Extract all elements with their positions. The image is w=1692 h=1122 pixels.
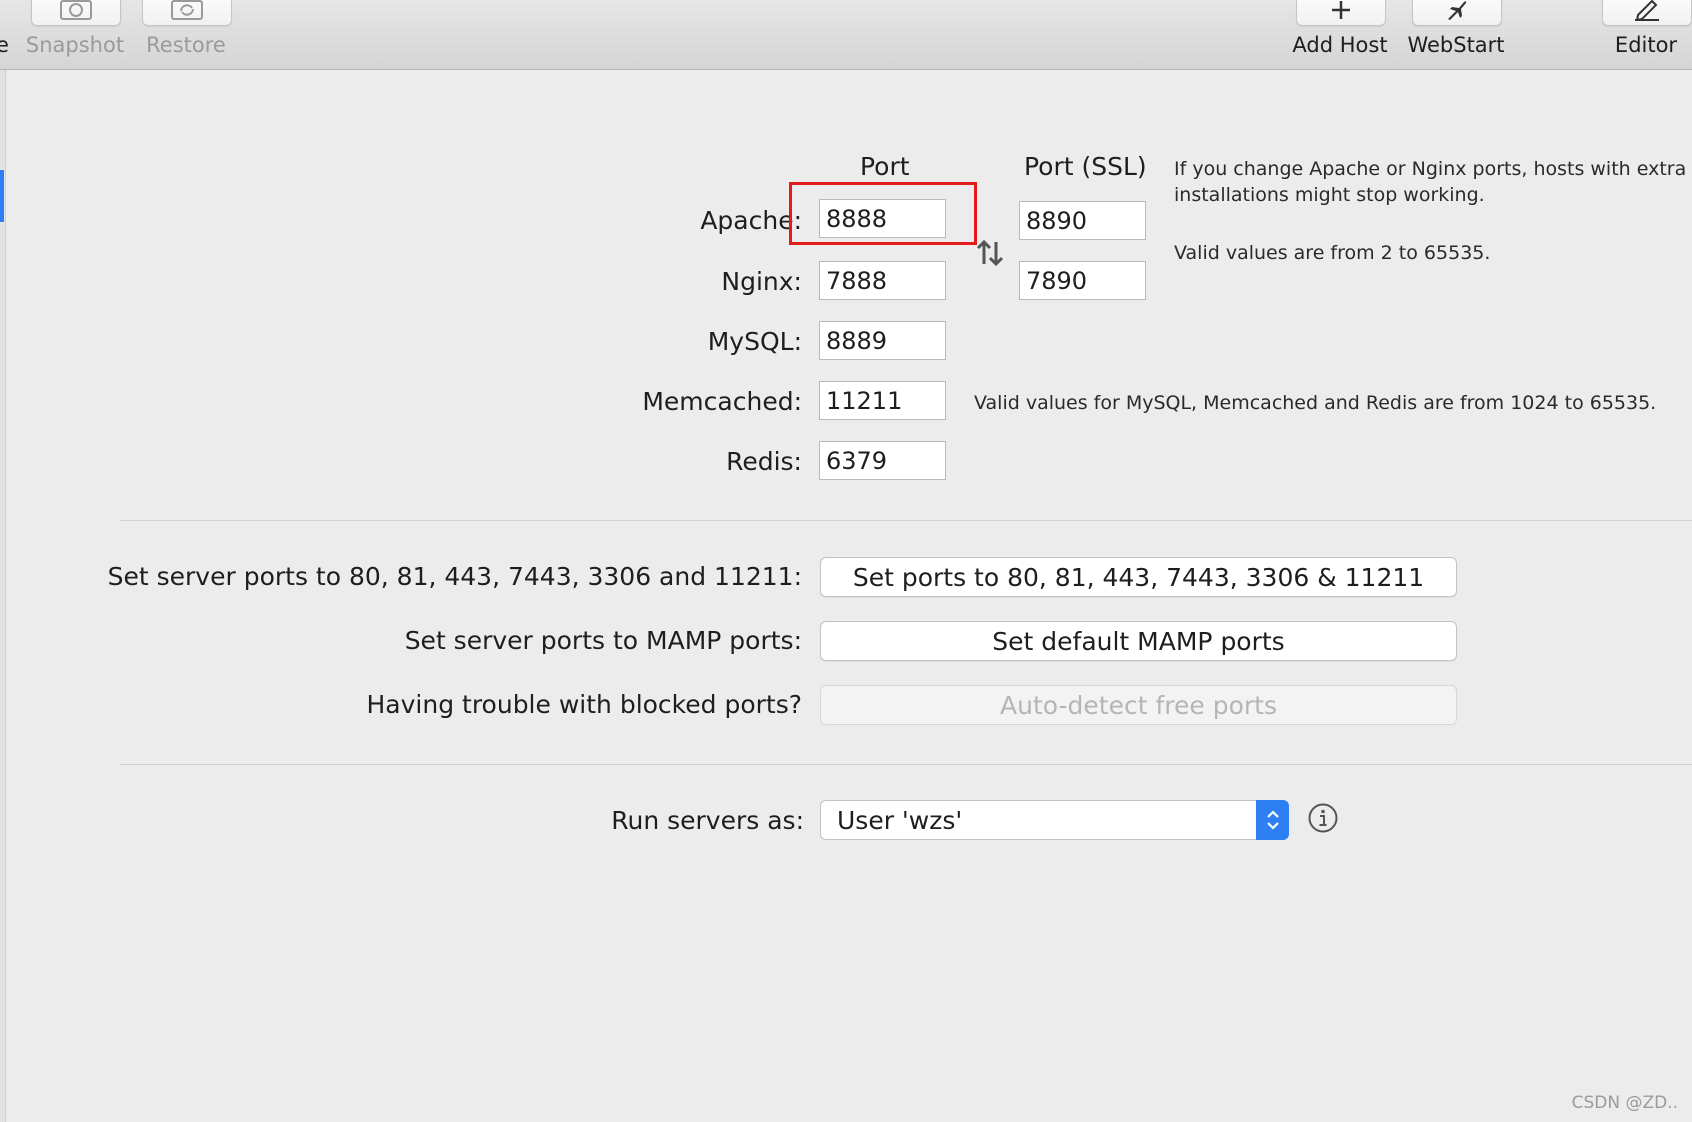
nginx-port-input[interactable] [819,261,946,300]
set-standard-ports-button[interactable]: Set ports to 80, 81, 443, 7443, 3306 & 1… [820,557,1457,597]
nginx-ssl-port-input[interactable] [1019,261,1146,300]
toolbar: e Snapshot Restore Add Host WebStart Edi… [0,0,1692,70]
snapshot-button[interactable]: Snapshot [22,0,128,69]
apache-ssl-port-input[interactable] [1019,201,1146,240]
standard-ports-label: Set server ports to 80, 81, 443, 7443, 3… [107,562,802,591]
run-servers-as-label: Run servers as: [611,806,804,835]
redis-label: Redis: [726,447,802,476]
redis-port-input[interactable] [819,441,946,480]
editor-button[interactable]: Editor [1600,0,1692,69]
apache-port-highlight [789,182,977,245]
add-host-button[interactable]: Add Host [1290,0,1390,69]
run-servers-as-select[interactable]: User 'wzs' [820,800,1289,840]
toolbar-partial-label: e [0,33,9,57]
webstart-button[interactable]: WebStart [1404,0,1508,69]
info-icon[interactable] [1307,802,1339,838]
port-ssl-column-header: Port (SSL) [1024,152,1147,181]
valid-db-ports-note: Valid values for MySQL, Memcached and Re… [974,392,1657,414]
chevron-up-down-icon [1266,810,1279,830]
restore-label: Restore [146,33,226,57]
port-change-note-line2: installations might stop working. [1174,184,1485,206]
plus-icon [1332,1,1350,19]
auto-detect-ports-button[interactable]: Auto-detect free ports [820,685,1457,725]
snapshot-label: Snapshot [25,33,125,57]
divider-2 [120,764,1692,765]
nginx-label: Nginx: [721,267,802,296]
memcached-port-input[interactable] [819,381,946,420]
port-column-header: Port [860,152,910,181]
swap-ports-button[interactable] [975,238,1005,272]
mamp-ports-label: Set server ports to MAMP ports: [404,626,802,655]
run-servers-as-value: User 'wzs' [837,806,963,835]
blocked-ports-label: Having trouble with blocked ports? [366,690,803,719]
set-mamp-ports-button[interactable]: Set default MAMP ports [820,621,1457,661]
restore-button[interactable]: Restore [136,0,236,69]
restore-icon [171,0,203,20]
watermark: CSDN @ZD.. [1571,1093,1678,1113]
sidebar-edge [0,70,6,1122]
sidebar-selection-indicator [0,170,4,222]
swap-arrows-icon [976,239,1004,267]
camera-icon [60,0,92,20]
apache-label: Apache: [700,206,802,235]
pencil-icon [1635,0,1659,21]
add-host-label: Add Host [1292,33,1388,57]
editor-label: Editor [1614,33,1678,57]
valid-web-ports-note: Valid values are from 2 to 65535. [1174,242,1491,264]
mysql-port-input[interactable] [819,321,946,360]
mysql-label: MySQL: [707,327,802,356]
webstart-label: WebStart [1407,33,1505,57]
port-change-note-line1: If you change Apache or Nginx ports, hos… [1174,158,1687,180]
select-stepper[interactable] [1256,800,1289,840]
memcached-label: Memcached: [642,387,802,416]
airplane-icon [1448,1,1467,20]
divider-1 [120,520,1692,521]
